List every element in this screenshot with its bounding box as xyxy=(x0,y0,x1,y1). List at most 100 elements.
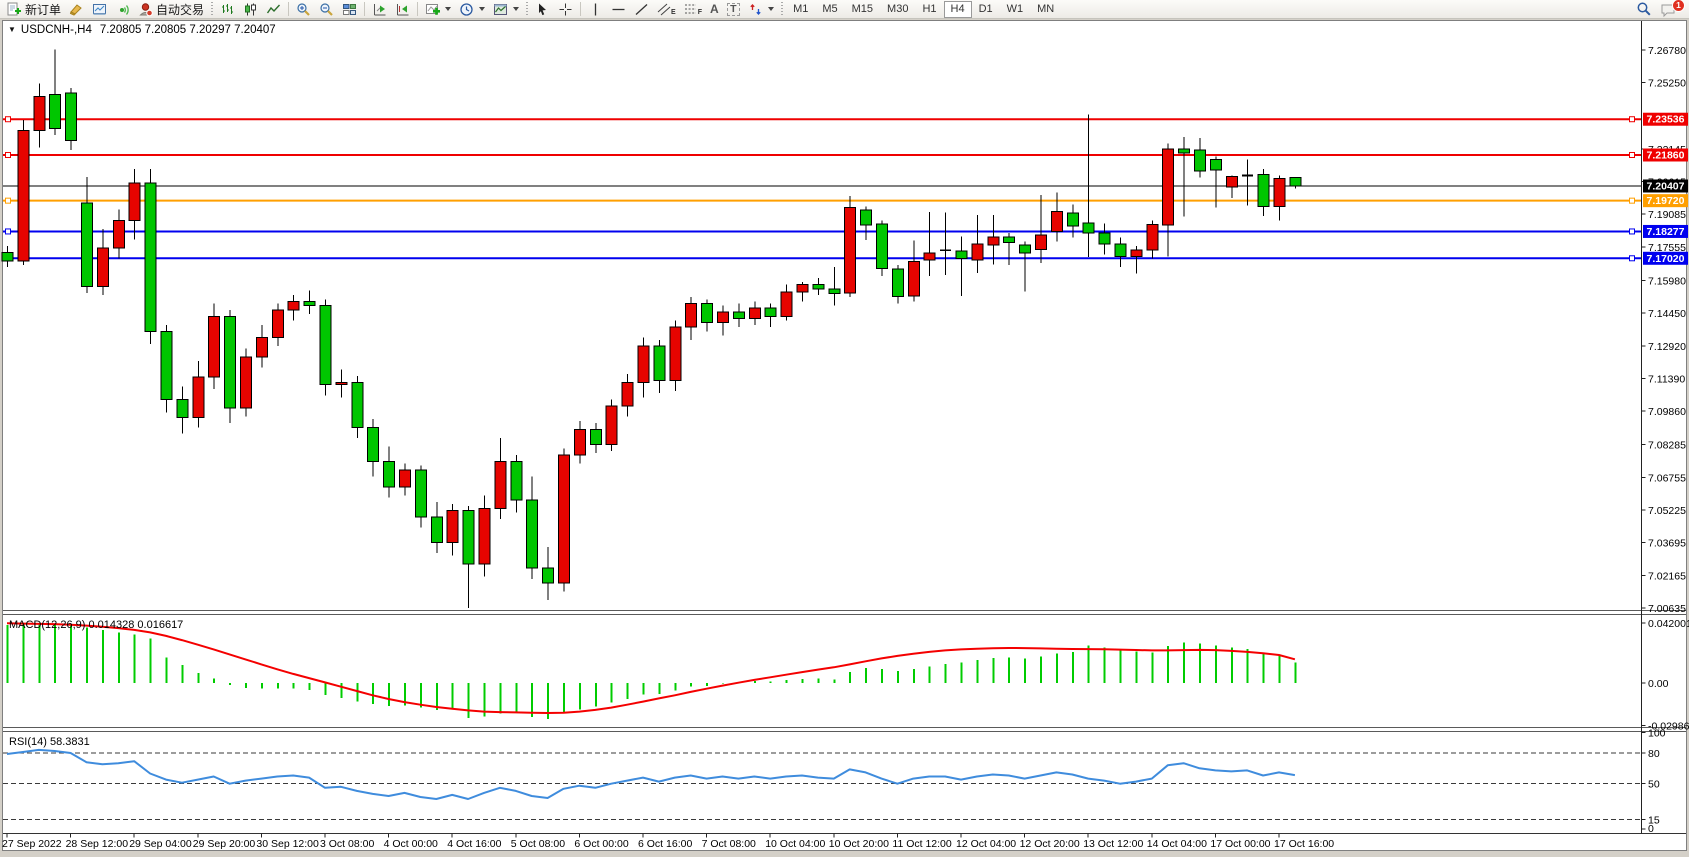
crosshair-icon xyxy=(558,2,573,17)
line-anchor-handle[interactable] xyxy=(6,229,11,234)
svg-text:7.20407: 7.20407 xyxy=(1647,180,1685,192)
collapse-caret-icon[interactable]: ▼ xyxy=(8,25,16,34)
arrows-button[interactable] xyxy=(744,1,778,18)
date-label: 10 Oct 04:00 xyxy=(765,838,825,850)
open-charts-icon xyxy=(92,2,107,17)
date-label: 29 Sep 20:00 xyxy=(193,838,256,850)
crosshair-button[interactable] xyxy=(554,1,577,18)
line-anchor-handle[interactable] xyxy=(1630,117,1635,122)
quick-trade-button[interactable] xyxy=(65,1,88,18)
timeframe-m1[interactable]: M1 xyxy=(786,1,815,18)
auto-scroll-button[interactable] xyxy=(391,1,414,18)
price-tick-label: 7.06755 xyxy=(1648,472,1686,484)
fibonacci-button[interactable]: F xyxy=(680,1,706,18)
rsi-axis-label: 50 xyxy=(1648,779,1660,791)
auto-scroll-icon xyxy=(395,2,410,17)
arrow-objects-icon xyxy=(748,2,763,17)
toolbar-separator xyxy=(288,2,289,16)
rsi-name: RSI(14) xyxy=(9,736,47,748)
text-label-button[interactable]: T xyxy=(723,1,744,18)
price-badge: 7.18277 xyxy=(1643,225,1688,238)
bar-chart-button[interactable] xyxy=(216,1,239,18)
timeframe-h1[interactable]: H1 xyxy=(915,1,943,18)
templates-button[interactable] xyxy=(489,1,523,18)
candle xyxy=(18,120,29,265)
chevron-down-icon xyxy=(768,7,774,11)
line-anchor-handle[interactable] xyxy=(6,152,11,157)
horizontal-line-icon xyxy=(611,2,626,17)
trend-line-icon xyxy=(634,2,649,17)
periods-button[interactable] xyxy=(455,1,489,18)
date-label: 27 Sep 2022 xyxy=(2,838,62,850)
channel-suffix-label: E xyxy=(671,9,676,17)
periods-clock-icon xyxy=(459,2,474,17)
price-tick-label: 7.00635 xyxy=(1648,603,1686,615)
cursor-button[interactable] xyxy=(531,1,554,18)
candlestick-chart-button[interactable] xyxy=(239,1,262,18)
timeframe-m5[interactable]: M5 xyxy=(815,1,844,18)
toolbar-separator xyxy=(580,2,581,16)
text-icon: A xyxy=(710,2,719,16)
main-toolbar: 新订单 自动交易 xyxy=(0,0,1689,19)
timeframe-m30[interactable]: M30 xyxy=(880,1,915,18)
line-anchor-handle[interactable] xyxy=(1630,152,1635,157)
line-anchor-handle[interactable] xyxy=(1630,229,1635,234)
line-anchor-handle[interactable] xyxy=(1630,256,1635,261)
rsi-value: 58.3831 xyxy=(50,736,90,748)
candle xyxy=(66,88,77,150)
auto-trading-button[interactable]: 自动交易 xyxy=(134,1,208,18)
chart-canvas[interactable]: 7.267807.252507.221457.206157.190857.175… xyxy=(0,0,1689,857)
bar-chart-icon xyxy=(220,2,235,17)
timeframe-w1[interactable]: W1 xyxy=(1000,1,1031,18)
timeframe-m15[interactable]: M15 xyxy=(845,1,880,18)
candle xyxy=(845,196,856,297)
price-tick-label: 7.26780 xyxy=(1648,45,1686,57)
toolbar-separator xyxy=(364,2,365,16)
line-anchor-handle[interactable] xyxy=(1630,198,1635,203)
price-tick-label: 7.19085 xyxy=(1648,209,1686,221)
zoom-out-icon xyxy=(319,2,334,17)
zoom-out-button[interactable] xyxy=(315,1,338,18)
vertical-line-button[interactable] xyxy=(584,1,607,18)
macd-axis-label: 0.00 xyxy=(1648,678,1669,690)
candle xyxy=(225,310,236,423)
timeframe-d1[interactable]: D1 xyxy=(972,1,1000,18)
cursor-icon xyxy=(535,2,550,17)
chart-shift-icon xyxy=(372,2,387,17)
trend-line-button[interactable] xyxy=(630,1,653,18)
auto-trading-icon xyxy=(138,2,153,17)
toolbar-grip xyxy=(781,2,783,17)
open-charts-button[interactable] xyxy=(88,1,111,18)
auto-trading-label: 自动交易 xyxy=(156,1,204,18)
timeframe-mn[interactable]: MN xyxy=(1030,1,1061,18)
toolbar-grip xyxy=(526,2,528,17)
tile-windows-icon xyxy=(342,2,357,17)
line-anchor-handle[interactable] xyxy=(6,198,11,203)
chart-shift-button[interactable] xyxy=(368,1,391,18)
line-anchor-handle[interactable] xyxy=(6,117,11,122)
chart-title-bar: ▼USDCNH-,H47.20805 7.20805 7.20297 7.204… xyxy=(8,24,276,36)
equidistant-channel-button[interactable]: E xyxy=(653,1,680,18)
chevron-down-icon xyxy=(479,7,485,11)
line-chart-button[interactable] xyxy=(262,1,285,18)
new-order-button[interactable]: 新订单 xyxy=(2,1,65,18)
price-tick-label: 7.08285 xyxy=(1648,440,1686,452)
text-button[interactable]: A xyxy=(706,1,723,18)
signals-button[interactable] xyxy=(111,1,134,18)
horizontal-line-button[interactable] xyxy=(607,1,630,18)
notifications-button[interactable]: 1 xyxy=(1656,1,1681,18)
date-label: 6 Oct 16:00 xyxy=(638,838,692,850)
timeframe-h4[interactable]: H4 xyxy=(944,1,972,18)
price-tick-label: 7.11390 xyxy=(1648,373,1685,385)
price-badge: 7.17020 xyxy=(1643,252,1688,265)
fib-suffix-label: F xyxy=(698,9,702,17)
tile-windows-button[interactable] xyxy=(338,1,361,18)
rsi-indicator-label: RSI(14) 58.3831 xyxy=(9,736,90,748)
zoom-in-button[interactable] xyxy=(292,1,315,18)
price-tick-label: 7.03695 xyxy=(1648,538,1686,550)
indicators-button[interactable] xyxy=(421,1,455,18)
search-button[interactable] xyxy=(1632,1,1656,18)
date-label: 29 Sep 04:00 xyxy=(129,838,192,850)
price-badge: 7.21860 xyxy=(1643,148,1688,161)
chevron-down-icon xyxy=(513,7,519,11)
